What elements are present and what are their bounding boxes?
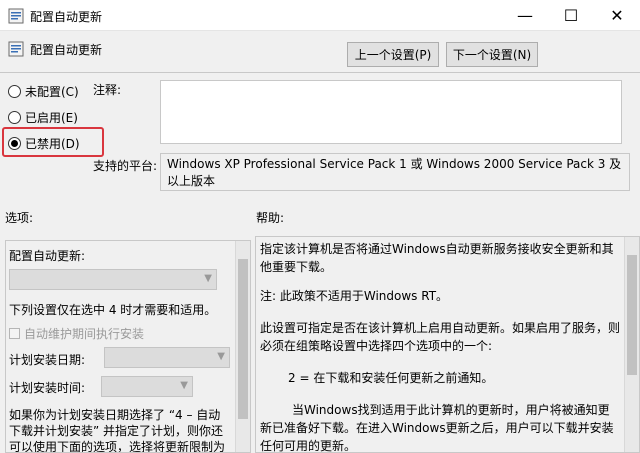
- help-section-label: 帮助:: [256, 211, 285, 225]
- schedule-time-label: 计划安装时间:: [9, 381, 86, 395]
- comment-label: 注释:: [93, 83, 122, 97]
- schedule-day-label: 计划安装日期:: [9, 353, 86, 367]
- chevron-down-icon: ▼: [204, 273, 212, 284]
- maximize-button[interactable]: ☐: [548, 0, 594, 31]
- minimize-button[interactable]: —: [502, 0, 548, 31]
- radio-button-icon: [8, 110, 21, 124]
- comment-input[interactable]: [160, 80, 622, 144]
- options-panel: 配置自动更新: ▼ 下列设置仅在选中 4 时才需要和适用。 自动维护期间执行安装…: [5, 240, 251, 453]
- scrollbar-thumb[interactable]: [627, 255, 637, 375]
- previous-setting-button[interactable]: 上一个设置(P): [347, 42, 439, 67]
- options-note: 下列设置仅在选中 4 时才需要和适用。: [9, 303, 217, 317]
- radio-button-icon: [8, 84, 21, 98]
- options-title: 配置自动更新:: [9, 249, 86, 263]
- maintenance-checkbox[interactable]: 自动维护期间执行安装: [9, 325, 144, 342]
- help-paragraph: 此设置可指定是否在该计算机上启用自动更新。如果启用了服务，则必须在组策略设置中选…: [260, 321, 621, 353]
- help-panel: 指定该计算机是否将通过Windows自动更新服务接收安全更新和其他重要下载。 注…: [255, 236, 640, 453]
- help-scrollbar[interactable]: [624, 237, 639, 452]
- options-section-label: 选项:: [5, 211, 34, 225]
- schedule-day-dropdown[interactable]: ▼: [104, 347, 230, 368]
- checkbox-icon: [9, 328, 20, 339]
- help-paragraph: 2 = 在下载和安装任何更新之前通知。: [288, 371, 494, 385]
- options-paragraph: 如果你为计划安装日期选择了 “4 – 自动下载并计划安装” 并指定了计划，则你还…: [9, 408, 226, 453]
- radio-label: 未配置(C): [25, 84, 79, 99]
- help-paragraph: 指定该计算机是否将通过Windows自动更新服务接收安全更新和其他重要下载。: [260, 242, 614, 274]
- policy-icon: [8, 41, 24, 57]
- help-paragraph: 当Windows找到适用于此计算机的更新时，用户将被通知更新已准备好下载。在进入…: [260, 403, 614, 453]
- window-title: 配置自动更新: [30, 10, 103, 24]
- help-paragraph: 注: 此政策不适用于Windows RT。: [260, 289, 449, 303]
- title-bar: 配置自动更新 — ☐ ✕: [0, 0, 640, 31]
- checkbox-label: 自动维护期间执行安装: [24, 327, 145, 341]
- schedule-time-dropdown[interactable]: ▼: [101, 376, 193, 397]
- policy-icon: [8, 8, 24, 24]
- radio-label: 已启用(E): [25, 110, 78, 125]
- close-button[interactable]: ✕: [594, 0, 640, 31]
- options-scrollbar[interactable]: [235, 241, 250, 452]
- radio-not-configured[interactable]: 未配置(C): [8, 82, 79, 100]
- update-mode-dropdown[interactable]: ▼: [9, 269, 217, 290]
- setting-title: 配置自动更新: [30, 43, 103, 57]
- radio-enabled[interactable]: 已启用(E): [8, 108, 78, 126]
- platform-label: 支持的平台:: [93, 159, 158, 173]
- platform-value: Windows XP Professional Service Pack 1 或…: [160, 153, 630, 191]
- divider: [0, 72, 640, 73]
- highlight-box: [2, 127, 104, 157]
- chevron-down-icon: ▼: [217, 351, 225, 362]
- next-setting-button[interactable]: 下一个设置(N): [446, 42, 538, 67]
- chevron-down-icon: ▼: [180, 380, 188, 391]
- scrollbar-thumb[interactable]: [238, 259, 248, 419]
